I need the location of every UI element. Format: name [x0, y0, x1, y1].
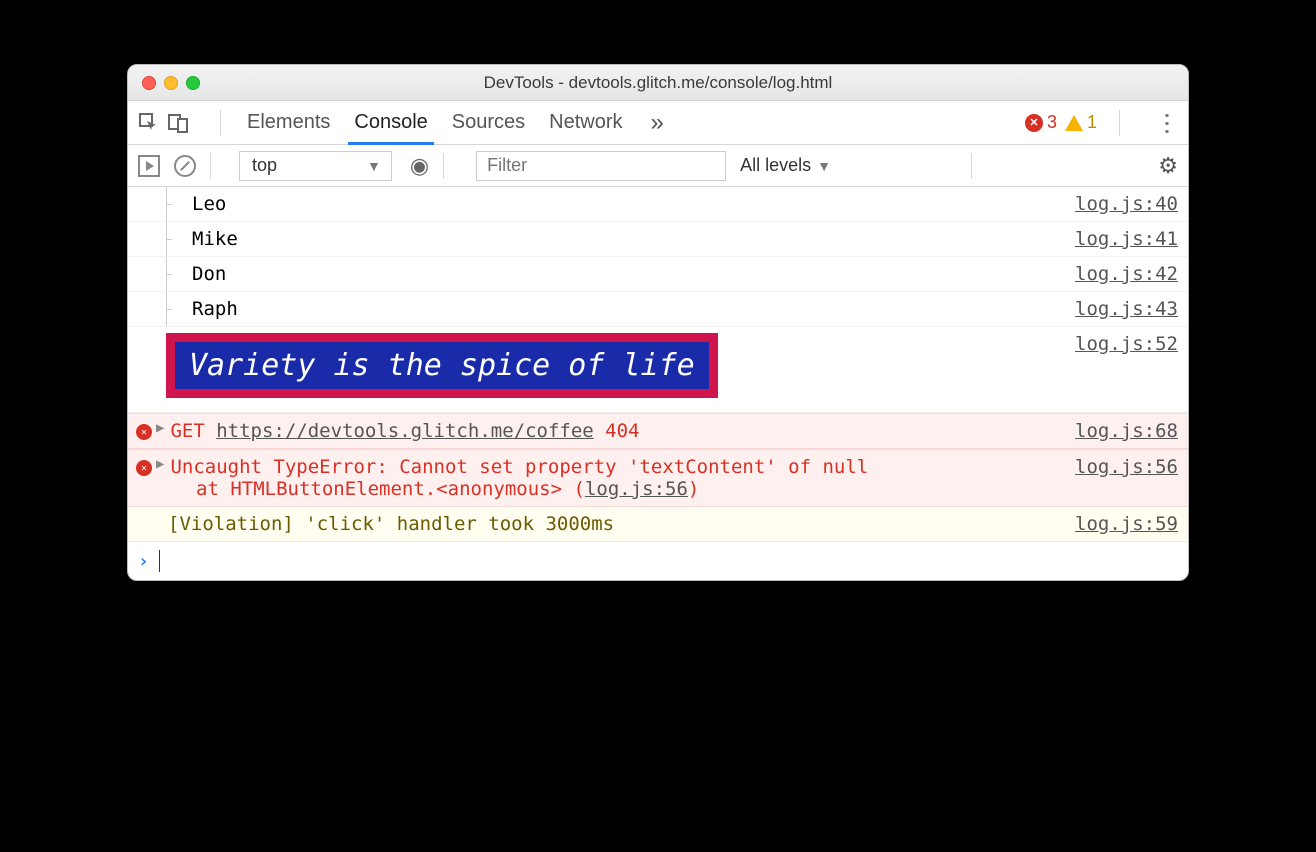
log-entry-styled[interactable]: Variety is the spice of life log.js:52 — [128, 327, 1188, 413]
http-method: GET — [170, 420, 204, 442]
source-link[interactable]: log.js:52 — [1075, 333, 1178, 355]
prompt-chevron-icon: › — [138, 551, 149, 572]
log-text: Mike — [192, 228, 238, 250]
error-count-value: 3 — [1047, 112, 1057, 133]
violation-text: [Violation] 'click' handler took 3000ms — [156, 513, 614, 535]
minimize-icon[interactable] — [164, 76, 178, 90]
console-body: Leo log.js:40 Mike log.js:41 Don log.js:… — [128, 187, 1188, 580]
traffic-lights — [142, 76, 200, 90]
source-link[interactable]: log.js:59 — [1075, 513, 1178, 535]
stack-frame: at HTMLButtonElement.<anonymous> (log.js… — [156, 478, 1178, 500]
source-link[interactable]: log.js:41 — [1075, 228, 1178, 250]
tab-elements[interactable]: Elements — [235, 101, 342, 144]
titlebar: DevTools - devtools.glitch.me/console/lo… — [128, 65, 1188, 101]
log-entry-error[interactable]: ▶ GET https://devtools.glitch.me/coffee … — [128, 413, 1188, 449]
tree-line — [166, 187, 167, 221]
log-entry[interactable]: Leo log.js:40 — [128, 187, 1188, 222]
chevron-down-icon: ▼ — [817, 158, 831, 174]
cursor — [159, 550, 160, 572]
window-title: DevTools - devtools.glitch.me/console/lo… — [128, 73, 1188, 93]
tab-sources[interactable]: Sources — [440, 101, 537, 144]
source-link[interactable]: log.js:56 — [1075, 456, 1178, 478]
log-text: Raph — [192, 298, 238, 320]
error-icon — [136, 460, 152, 476]
close-icon[interactable] — [142, 76, 156, 90]
devtools-window: DevTools - devtools.glitch.me/console/lo… — [127, 64, 1189, 581]
separator — [443, 153, 444, 179]
tabbar: Elements Console Sources Network » 3 1 ⋯ — [128, 101, 1188, 145]
show-drawer-icon[interactable] — [138, 155, 160, 177]
tree-line — [166, 292, 167, 326]
context-selector[interactable]: top ▼ — [239, 151, 392, 181]
log-text: Don — [192, 263, 226, 285]
log-levels-selector[interactable]: All levels ▼ — [740, 155, 831, 176]
separator — [210, 153, 211, 179]
clear-console-icon[interactable] — [174, 155, 196, 177]
filter-input[interactable] — [476, 151, 726, 181]
log-entry[interactable]: Raph log.js:43 — [128, 292, 1188, 327]
maximize-icon[interactable] — [186, 76, 200, 90]
console-toolbar: top ▼ ◉ All levels ▼ ⚙ — [128, 145, 1188, 187]
error-icon — [1025, 114, 1043, 132]
device-toggle-icon[interactable] — [168, 112, 188, 134]
log-entry-violation[interactable]: [Violation] 'click' handler took 3000ms … — [128, 507, 1188, 542]
inspect-icon[interactable] — [138, 112, 160, 134]
tab-console[interactable]: Console — [342, 101, 439, 144]
live-expression-icon[interactable]: ◉ — [410, 153, 429, 179]
chevron-down-icon: ▼ — [367, 158, 381, 174]
error-count[interactable]: 3 — [1025, 112, 1057, 133]
disclosure-icon[interactable]: ▶ — [156, 456, 164, 478]
source-link[interactable]: log.js:40 — [1075, 193, 1178, 215]
source-link[interactable]: log.js:42 — [1075, 263, 1178, 285]
separator — [1119, 110, 1120, 136]
warning-count[interactable]: 1 — [1065, 112, 1097, 133]
gear-icon[interactable]: ⚙ — [1158, 153, 1178, 179]
levels-label: All levels — [740, 155, 811, 176]
context-value: top — [252, 155, 277, 176]
log-entry-error[interactable]: ▶ Uncaught TypeError: Cannot set propert… — [128, 449, 1188, 507]
source-link[interactable]: log.js:43 — [1075, 298, 1178, 320]
kebab-icon[interactable]: ⋯ — [1153, 112, 1182, 134]
log-entry[interactable]: Don log.js:42 — [128, 257, 1188, 292]
log-text: Leo — [192, 193, 226, 215]
log-entry[interactable]: Mike log.js:41 — [128, 222, 1188, 257]
request-url[interactable]: https://devtools.glitch.me/coffee — [216, 420, 594, 442]
stack-suffix: ) — [688, 478, 699, 500]
more-tabs-icon[interactable]: » — [645, 109, 670, 137]
stack-prefix: at HTMLButtonElement.<anonymous> ( — [196, 478, 585, 500]
disclosure-icon[interactable]: ▶ — [156, 420, 164, 436]
tree-line — [166, 257, 167, 291]
status-code: 404 — [605, 420, 639, 442]
console-prompt[interactable]: › — [128, 542, 1188, 580]
tree-line — [166, 222, 167, 256]
separator — [220, 110, 221, 136]
warning-icon — [1065, 115, 1083, 131]
source-link[interactable]: log.js:56 — [585, 478, 688, 500]
warning-count-value: 1 — [1087, 112, 1097, 133]
error-icon — [136, 424, 152, 440]
styled-log-text: Variety is the spice of life — [166, 333, 718, 398]
counts: 3 1 ⋯ — [1025, 108, 1178, 137]
error-message: Uncaught TypeError: Cannot set property … — [170, 456, 1075, 478]
separator — [971, 153, 972, 179]
tab-network[interactable]: Network — [537, 101, 634, 144]
source-link[interactable]: log.js:68 — [1075, 420, 1178, 442]
